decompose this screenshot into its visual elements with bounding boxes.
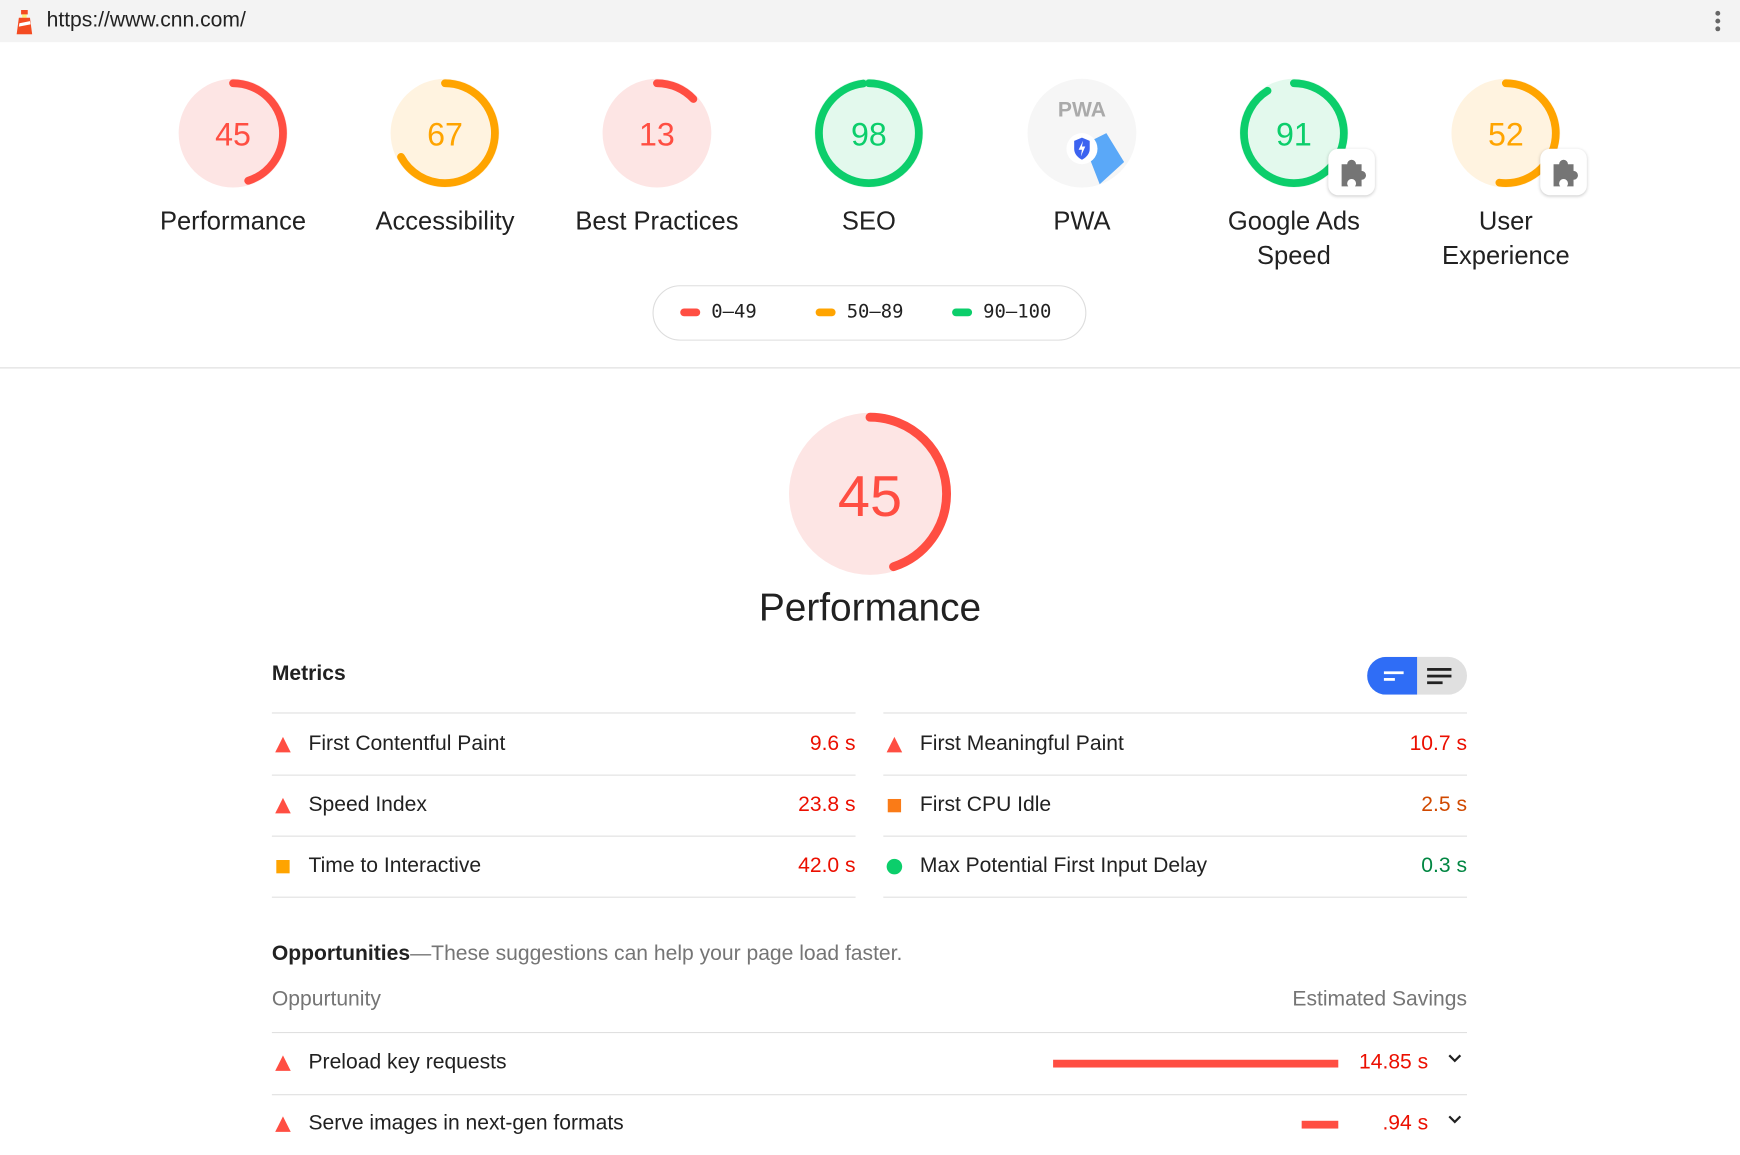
gauge-score: 13 [639, 117, 675, 154]
metric-row: Speed Index 23.8 s [271, 775, 856, 837]
pwa-icon: PWA [1027, 78, 1137, 188]
gauge-label: SEO [841, 206, 896, 236]
page-url[interactable]: https://www.cnn.com/ [47, 9, 246, 33]
gauge-label: PWA [1053, 206, 1111, 236]
puzzle-piece-icon [1341, 159, 1366, 187]
gauge-google-ads-speed[interactable]: 91 Google Ads Speed [1188, 78, 1400, 273]
average-square-icon [887, 798, 902, 813]
metric-row: Time to Interactive 42.0 s [271, 836, 856, 898]
column-header-savings: Estimated Savings [1292, 987, 1468, 1011]
average-square-icon [276, 860, 290, 874]
opportunity-savings: 14.85 s [1359, 1050, 1429, 1075]
savings-bar [1053, 1059, 1339, 1068]
fail-triangle-icon [886, 736, 903, 753]
metric-label: First CPU Idle [919, 793, 1052, 817]
pass-circle-icon [886, 858, 903, 875]
gauge-pwa[interactable]: PWA PWA [976, 78, 1188, 239]
compact-view-icon[interactable] [1383, 669, 1404, 682]
opportunity-label: Preload key requests [308, 1050, 507, 1075]
metric-row: First Meaningful Paint 10.7 s [883, 714, 1468, 776]
metric-row: First Contentful Paint 9.6 s [271, 714, 856, 776]
legend-fail: 0–49 [680, 301, 757, 323]
performance-score: 45 [837, 464, 903, 530]
svg-text:PWA: PWA [1058, 99, 1106, 122]
gauge-score: 45 [215, 117, 251, 154]
metric-row: Max Potential First Input Delay 0.3 s [883, 836, 1468, 898]
gauge-label: Performance [159, 206, 307, 236]
gauge-seo[interactable]: 98 SEO [763, 78, 975, 239]
fail-triangle-icon [275, 736, 291, 753]
gauge-performance[interactable]: 45 Performance [127, 78, 339, 239]
gauge-score: 98 [850, 117, 887, 154]
opportunity-label: Serve images in next-gen formats [308, 1111, 624, 1136]
gauge-best-practices[interactable]: 13 Best Practices [551, 78, 763, 239]
gauge-label: Accessibility [375, 206, 515, 236]
gauge-user-experience[interactable]: 52 User Experience [1400, 78, 1612, 273]
savings-bar [1301, 1120, 1339, 1129]
gauge-label: Best Practices [575, 206, 739, 236]
metric-value: 23.8 s [798, 793, 856, 817]
metric-row: First CPU Idle 2.5 s [883, 775, 1468, 837]
fail-triangle-icon [275, 797, 291, 814]
gauge-score: 67 [427, 117, 463, 154]
metric-value: 2.5 s [1421, 793, 1468, 817]
fail-triangle-icon [275, 1116, 291, 1132]
metric-value: 0.3 s [1421, 854, 1468, 878]
legend-average: 50–89 [815, 301, 903, 323]
metric-label: First Contentful Paint [308, 732, 506, 756]
puzzle-piece-icon [1553, 159, 1578, 187]
metric-label: Speed Index [308, 793, 427, 817]
fail-triangle-icon [275, 1055, 291, 1071]
gauge-accessibility[interactable]: 67 Accessibility [339, 78, 551, 239]
gauge-label: User Experience [1441, 206, 1570, 270]
metrics-view-toggle[interactable] [1367, 656, 1468, 695]
metric-value: 9.6 s [809, 732, 856, 756]
plugin-badge [1539, 148, 1587, 196]
opportunities-heading: Opportunities—These suggestions can help… [271, 942, 903, 966]
lighthouse-icon [16, 9, 33, 35]
metric-value: 10.7 s [1409, 732, 1468, 756]
legend-pass: 90–100 [952, 301, 1051, 323]
chevron-down-icon[interactable] [1447, 1053, 1463, 1064]
opportunity-row[interactable]: Serve images in next-gen formats .94 s [272, 1094, 1467, 1155]
kebab-menu-icon[interactable] [1709, 9, 1727, 33]
metric-label: First Meaningful Paint [919, 732, 1124, 756]
metric-label: Max Potential First Input Delay [919, 854, 1208, 878]
chevron-down-icon[interactable] [1447, 1114, 1463, 1125]
opportunity-row[interactable]: Preload key requests 14.85 s [271, 1033, 1468, 1096]
gauge-label: Google Ads Speed [1227, 206, 1360, 270]
expanded-view-icon[interactable] [1427, 667, 1452, 685]
opportunity-savings: .94 s [1382, 1111, 1429, 1136]
metric-label: Time to Interactive [308, 854, 482, 878]
metric-value: 42.0 s [798, 854, 856, 878]
lighthouse-report: https://www.cnn.com/ 45 Performance 67 Acce… [0, 0, 1740, 1155]
divider [0, 367, 1740, 369]
column-header-opportunity: Oppurtunity [271, 987, 381, 1011]
plugin-badge [1327, 148, 1375, 196]
metrics-heading: Metrics [271, 662, 346, 686]
performance-title: Performance [758, 585, 982, 630]
score-legend: 0–49 50–89 90–100 [652, 285, 1087, 341]
url-bar: https://www.cnn.com/ [0, 0, 1740, 43]
